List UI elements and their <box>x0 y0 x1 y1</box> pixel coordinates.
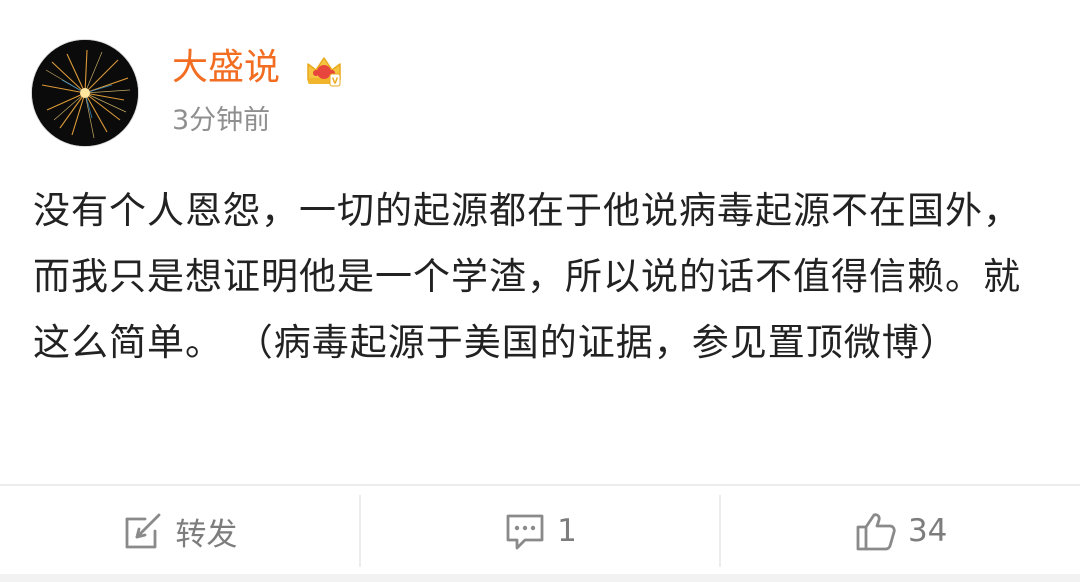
repost-label: 转发 <box>175 516 238 553</box>
svg-text:V: V <box>332 77 339 86</box>
post-timestamp: 3分钟前 <box>172 105 271 136</box>
comment-button[interactable]: 1 <box>361 486 720 576</box>
author-name[interactable]: 大盛说 <box>172 44 280 92</box>
vip-crown-icon: V <box>307 57 341 87</box>
thumbs-up-icon <box>856 513 896 551</box>
like-count: 34 <box>907 513 948 549</box>
avatar-fireworks-icon <box>32 40 138 146</box>
comment-count: 1 <box>557 513 577 549</box>
avatar[interactable] <box>32 40 138 146</box>
post-text: 没有个人恩怨，一切的起源都在于他说病毒起源不在国外，而我只是想证明他是一个学渣，… <box>33 189 1021 364</box>
feed-separator <box>0 574 1080 582</box>
repost-button[interactable]: 转发 <box>0 486 359 576</box>
repost-icon <box>125 513 161 549</box>
comment-icon <box>506 514 544 550</box>
like-button[interactable]: 34 <box>721 486 1080 576</box>
action-bar: 转发 1 34 <box>0 486 1080 576</box>
